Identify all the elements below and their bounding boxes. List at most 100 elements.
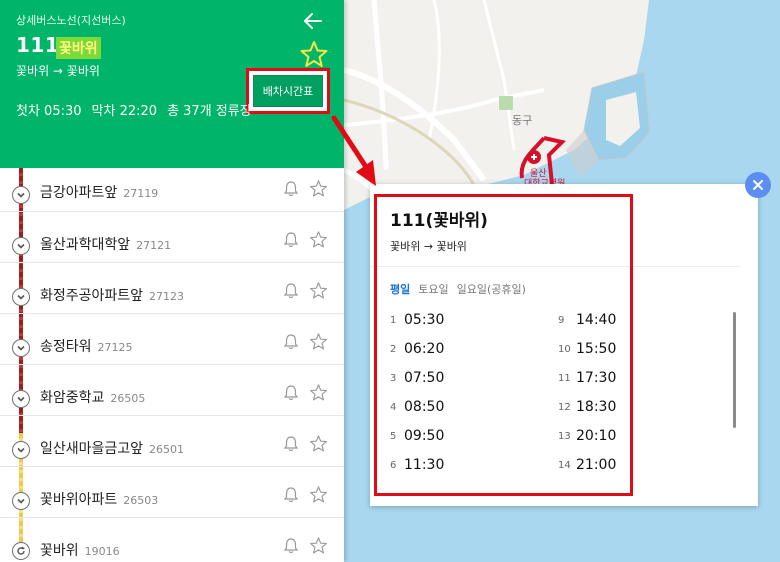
bell-icon[interactable]	[282, 435, 300, 453]
stop-list[interactable]: 금강아파트앞 27119 울산과학대학앞 27121 화정주공아파트앞 27123 송…	[0, 168, 344, 562]
last-bus-time: 막차 22:20	[91, 104, 158, 119]
stop-item[interactable]: 송정타워 27125	[0, 314, 344, 365]
stop-count: 총 37개 정류장	[167, 104, 252, 119]
star-icon[interactable]	[309, 434, 328, 453]
time-value: 07:50	[404, 370, 445, 386]
time-value: 05:30	[404, 312, 445, 328]
stop-item[interactable]: 일산새마을금고앞 26501	[0, 416, 344, 467]
bell-icon[interactable]	[282, 486, 300, 504]
time-value: 18:30	[576, 399, 617, 415]
back-arrow-icon[interactable]	[302, 10, 324, 32]
stop-number: 27119	[123, 187, 159, 200]
bell-icon[interactable]	[282, 333, 300, 351]
timetable-button[interactable]: 배차시간표	[253, 75, 323, 107]
route-type-label: 상세버스노선(지선버스)	[16, 14, 126, 27]
star-icon[interactable]	[309, 179, 328, 198]
star-icon[interactable]	[309, 281, 328, 300]
popup-divider	[370, 266, 740, 267]
time-value: 09:50	[404, 428, 445, 444]
time-row: 9 14:40	[558, 312, 678, 332]
popup-route-path: 꽃바위 → 꽃바위	[390, 240, 467, 253]
time-row: 3 07:50	[390, 370, 510, 390]
stop-number: 19016	[84, 545, 120, 558]
stop-item[interactable]: 화정주공아파트앞 27123	[0, 263, 344, 314]
time-index: 3	[390, 373, 397, 384]
bell-icon[interactable]	[282, 537, 300, 555]
route-name: 꽃바위	[56, 37, 101, 59]
stop-name: 꽃바위아파트	[40, 492, 118, 508]
timetable-popup: 111(꽃바위) 꽃바위 → 꽃바위 평일 토요일 일요일(공휴일) 1 05:3…	[370, 184, 758, 506]
first-bus-time: 첫차 05:30	[16, 104, 82, 119]
chevron-down-icon	[12, 441, 30, 459]
time-value: 17:30	[576, 370, 617, 386]
annotation-arrow	[331, 115, 376, 186]
time-row: 1 05:30	[390, 312, 510, 332]
stop-name: 울산과학대학앞	[40, 237, 131, 253]
favorite-star-icon[interactable]	[300, 40, 328, 68]
time-value: 08:50	[404, 399, 445, 415]
time-index: 11	[558, 373, 571, 384]
time-index: 9	[558, 315, 565, 326]
star-icon[interactable]	[309, 230, 328, 249]
stop-item[interactable]: 금강아파트앞 27119	[0, 168, 344, 212]
time-row: 10 15:50	[558, 341, 678, 361]
stop-name: 화정주공아파트앞	[40, 288, 144, 304]
time-index: 12	[558, 402, 571, 413]
time-row: 5 09:50	[390, 428, 510, 448]
star-icon[interactable]	[309, 485, 328, 504]
time-row: 4 08:50	[390, 399, 510, 419]
stop-name: 금강아파트앞	[40, 185, 118, 201]
close-icon	[753, 180, 763, 190]
refresh-icon	[12, 542, 30, 560]
route-path: 꽃바위 → 꽃바위	[16, 64, 100, 78]
stop-name: 송정타워	[40, 339, 92, 355]
stop-name: 꽃바위	[40, 543, 79, 559]
chevron-down-icon	[12, 492, 30, 510]
tab-sunday-holiday[interactable]: 일요일(공휴일)	[457, 281, 526, 297]
time-row: 2 06:20	[390, 341, 510, 361]
route-number: 111	[16, 33, 60, 57]
route-panel: 상세버스노선(지선버스) 111 꽃바위 꽃바위 → 꽃바위 배차시간표 첫차 …	[0, 0, 344, 562]
stop-number: 27125	[97, 341, 133, 354]
star-icon[interactable]	[309, 536, 328, 555]
time-index: 4	[390, 402, 397, 413]
time-row: 13 20:10	[558, 428, 678, 448]
bell-icon[interactable]	[282, 384, 300, 402]
bell-icon[interactable]	[282, 231, 300, 249]
close-button[interactable]	[745, 172, 771, 198]
time-value: 14:40	[576, 312, 617, 328]
stop-item[interactable]: 화암중학교 26505	[0, 365, 344, 416]
time-index: 10	[558, 344, 571, 355]
tab-saturday[interactable]: 토요일	[418, 281, 448, 297]
stop-item[interactable]: 꽃바위 19016	[0, 518, 344, 562]
stop-number: 26505	[110, 392, 146, 405]
timetable-highlight: 배차시간표	[246, 68, 330, 114]
popup-scrollbar[interactable]	[733, 312, 736, 428]
route-summary: 첫차 05:30 막차 22:20 총 37개 정류장	[16, 100, 252, 119]
bell-icon[interactable]	[282, 180, 300, 198]
time-row: 14 21:00	[558, 457, 678, 477]
chevron-down-icon	[12, 390, 30, 408]
stop-item[interactable]: 꽃바위아파트 26503	[0, 467, 344, 518]
district-label: 동구	[512, 114, 533, 127]
stop-item[interactable]: 울산과학대학앞 27121	[0, 212, 344, 263]
stop-number: 27123	[149, 290, 185, 303]
time-row: 12 18:30	[558, 399, 678, 419]
time-value: 21:00	[576, 457, 617, 473]
time-row: 6 11:30	[390, 457, 510, 477]
bell-icon[interactable]	[282, 282, 300, 300]
time-index: 14	[558, 460, 571, 471]
time-index: 6	[390, 460, 397, 471]
time-value: 15:50	[576, 341, 617, 357]
chevron-down-icon	[12, 339, 30, 357]
stop-name: 화암중학교	[40, 390, 105, 406]
star-icon[interactable]	[309, 383, 328, 402]
time-row: 11 17:30	[558, 370, 678, 390]
star-icon[interactable]	[309, 332, 328, 351]
time-index: 1	[390, 315, 397, 326]
route-header: 상세버스노선(지선버스) 111 꽃바위 꽃바위 → 꽃바위 배차시간표 첫차 …	[0, 0, 344, 168]
chevron-down-icon	[12, 186, 30, 204]
time-value: 11:30	[404, 457, 445, 473]
tab-weekday[interactable]: 평일	[390, 281, 410, 297]
chevron-down-icon	[12, 288, 30, 306]
